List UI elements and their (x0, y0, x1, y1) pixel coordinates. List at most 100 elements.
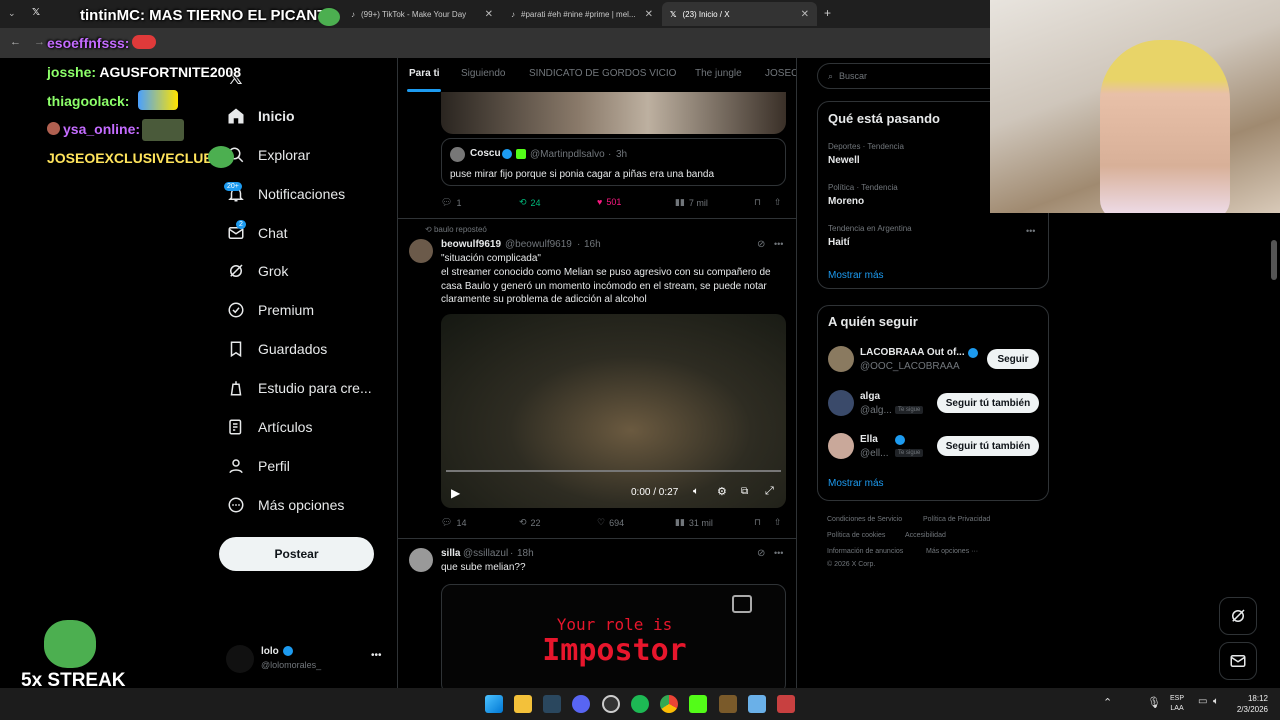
minecraft-icon[interactable] (719, 695, 737, 713)
more-icon[interactable]: ••• (774, 548, 783, 558)
nav-label: Notificaciones (258, 186, 346, 202)
nav-chat[interactable]: Chat (226, 216, 288, 250)
follow-back-button[interactable]: Seguir tú también (937, 393, 1039, 413)
follow-back-button[interactable]: Seguir tú también (937, 436, 1039, 456)
app-icon[interactable] (777, 695, 795, 713)
follow-name[interactable]: LACOBRAAA Out of... (860, 347, 965, 358)
more-icon[interactable]: ••• (774, 239, 783, 249)
bookmark-icon[interactable]: ⊓ (754, 517, 761, 528)
fullscreen-icon[interactable]: ⤢ (765, 485, 774, 498)
dock-icon[interactable]: ⧉ (741, 486, 748, 497)
footer-link[interactable]: Condiciones de Servicio (827, 516, 902, 523)
reply-button[interactable]: 💬︎ 1 (441, 197, 461, 208)
volume-icon[interactable]: 🔈︎ (693, 486, 699, 497)
footer-link[interactable]: Política de Privacidad (923, 516, 990, 523)
obs-icon[interactable] (602, 695, 620, 713)
back-icon[interactable]: ← (10, 36, 21, 48)
quoted-post[interactable]: Coscu @Martinpdlsalvo · 3h puse mirar fi… (441, 138, 786, 186)
file-explorer-icon[interactable] (514, 695, 532, 713)
network-icon[interactable]: ▭ (1198, 696, 1207, 707)
nav-estudio[interactable]: Estudio para cre... (226, 371, 372, 405)
nav-perfil[interactable]: Perfil (226, 449, 290, 483)
forward-icon[interactable]: → (34, 36, 45, 48)
close-icon[interactable]: ✕ (485, 9, 493, 20)
tab-the-jungle[interactable]: The jungle (695, 68, 742, 79)
notepad-icon[interactable] (748, 695, 766, 713)
spotify-icon[interactable] (631, 695, 649, 713)
post-author-name[interactable]: beowulf9619 (441, 239, 501, 250)
like-button[interactable]: ♡ 694 (597, 517, 624, 528)
avatar[interactable] (828, 346, 854, 372)
clock[interactable]: 18:12 2/3/2026 (1232, 693, 1268, 715)
footer-link[interactable]: Información de anuncios (827, 548, 903, 555)
nav-guardados[interactable]: Guardados (226, 332, 327, 366)
post-image[interactable] (441, 92, 786, 134)
post-author-name[interactable]: silla (441, 548, 460, 559)
windows-start-icon[interactable] (485, 695, 503, 713)
video-progress-track[interactable] (446, 470, 781, 472)
trend-item[interactable]: Tendencia en Argentina Haití (828, 224, 1038, 248)
nav-premium[interactable]: Premium (226, 293, 314, 327)
share-icon[interactable]: ⇧ (774, 517, 782, 528)
footer-link[interactable]: Más opciones ··· (926, 548, 978, 555)
grok-icon[interactable]: ⊘ (757, 239, 765, 250)
language-indicator[interactable]: ESP LAA (1170, 694, 1184, 714)
new-tab-button[interactable]: + (824, 6, 831, 20)
chrome-icon[interactable] (660, 695, 678, 713)
nav-explorar[interactable]: Explorar (226, 138, 310, 172)
nav-grok[interactable]: Grok (226, 254, 288, 288)
grok-float-button[interactable] (1219, 597, 1257, 635)
tab-tiktok[interactable]: ♪ (99+) TikTok - Make Your Day ✕ (343, 2, 501, 26)
steam-icon[interactable] (543, 695, 561, 713)
share-icon[interactable]: ⇧ (774, 197, 782, 208)
nav-inicio[interactable]: Inicio (226, 99, 295, 133)
avatar[interactable] (409, 239, 433, 263)
settings-icon[interactable]: ⚙ (717, 485, 727, 498)
close-icon[interactable]: ✕ (645, 9, 653, 20)
tab-siguiendo[interactable]: Siguiendo (461, 68, 505, 79)
tab-x-home[interactable]: 𝕏 (23) Inicio / X ✕ (662, 2, 817, 26)
mic-icon[interactable]: 🎙︎ (1147, 696, 1161, 709)
nav-articulos[interactable]: Artículos (226, 410, 312, 444)
studio-icon (226, 378, 246, 398)
avatar[interactable] (828, 390, 854, 416)
play-icon[interactable]: ▶ (451, 486, 460, 500)
scrollbar[interactable] (1271, 240, 1277, 280)
grok-icon[interactable]: ⊘ (757, 548, 765, 559)
close-icon[interactable]: ✕ (801, 9, 809, 20)
tab-tiktok-2[interactable]: ♪ #parati #eh #nine #prime | mel... ✕ (503, 2, 661, 26)
views-button[interactable]: ▮▮ 31 mil (675, 517, 713, 528)
show-more-link[interactable]: Mostrar más (828, 270, 884, 281)
bookmark-icon[interactable]: ⊓ (754, 197, 761, 208)
messages-float-button[interactable] (1219, 642, 1257, 680)
avatar[interactable] (409, 548, 433, 572)
video-player[interactable]: ▶ 0:00 / 0:27 🔈︎ ⚙ ⧉ ⤢ (441, 314, 786, 508)
tab-sindicato[interactable]: SINDICATO DE GORDOS VICIO (529, 68, 676, 79)
repost-button[interactable]: ⟲ 24 (519, 197, 541, 208)
avatar[interactable] (828, 433, 854, 459)
kick-icon[interactable] (689, 695, 707, 713)
more-icon[interactable]: ••• (371, 650, 382, 661)
tab-list-icon[interactable]: ⌄ (8, 8, 16, 19)
more-icon[interactable]: ••• (1026, 226, 1035, 236)
like-button[interactable]: ♥ 501 (597, 197, 621, 207)
footer-link[interactable]: Accesibilidad (905, 532, 946, 539)
footer-link[interactable]: Política de cookies (827, 532, 885, 539)
discord-icon[interactable] (572, 695, 590, 713)
follow-name[interactable]: alga (860, 391, 880, 402)
tab-para-ti[interactable]: Para ti (409, 68, 440, 79)
tab-joseo[interactable]: JOSEO (765, 68, 796, 79)
reply-button[interactable]: 💬︎ 14 (441, 517, 466, 528)
repost-button[interactable]: ⟲ 22 (519, 517, 541, 528)
views-button[interactable]: ▮▮ 7 mil (675, 197, 708, 208)
volume-icon[interactable]: 🔈︎ (1213, 696, 1219, 707)
post-image[interactable]: Your role is Impostor (441, 584, 786, 688)
chevron-up-icon[interactable]: ⌃ (1103, 696, 1112, 709)
show-more-link[interactable]: Mostrar más (828, 478, 884, 489)
follow-name[interactable]: Ella (860, 434, 878, 445)
nav-mas-opciones[interactable]: Más opciones (226, 488, 344, 522)
x-tab-icon[interactable]: 𝕏 (32, 7, 40, 18)
post-button[interactable]: Postear (219, 537, 374, 571)
nav-notificaciones[interactable]: Notificaciones (226, 177, 345, 211)
follow-button[interactable]: Seguir (987, 349, 1039, 369)
